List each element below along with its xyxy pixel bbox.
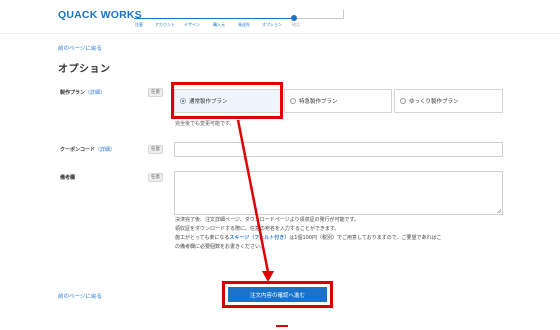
annotation-arrow-icon (236, 119, 274, 282)
annotation-mark (276, 325, 288, 327)
